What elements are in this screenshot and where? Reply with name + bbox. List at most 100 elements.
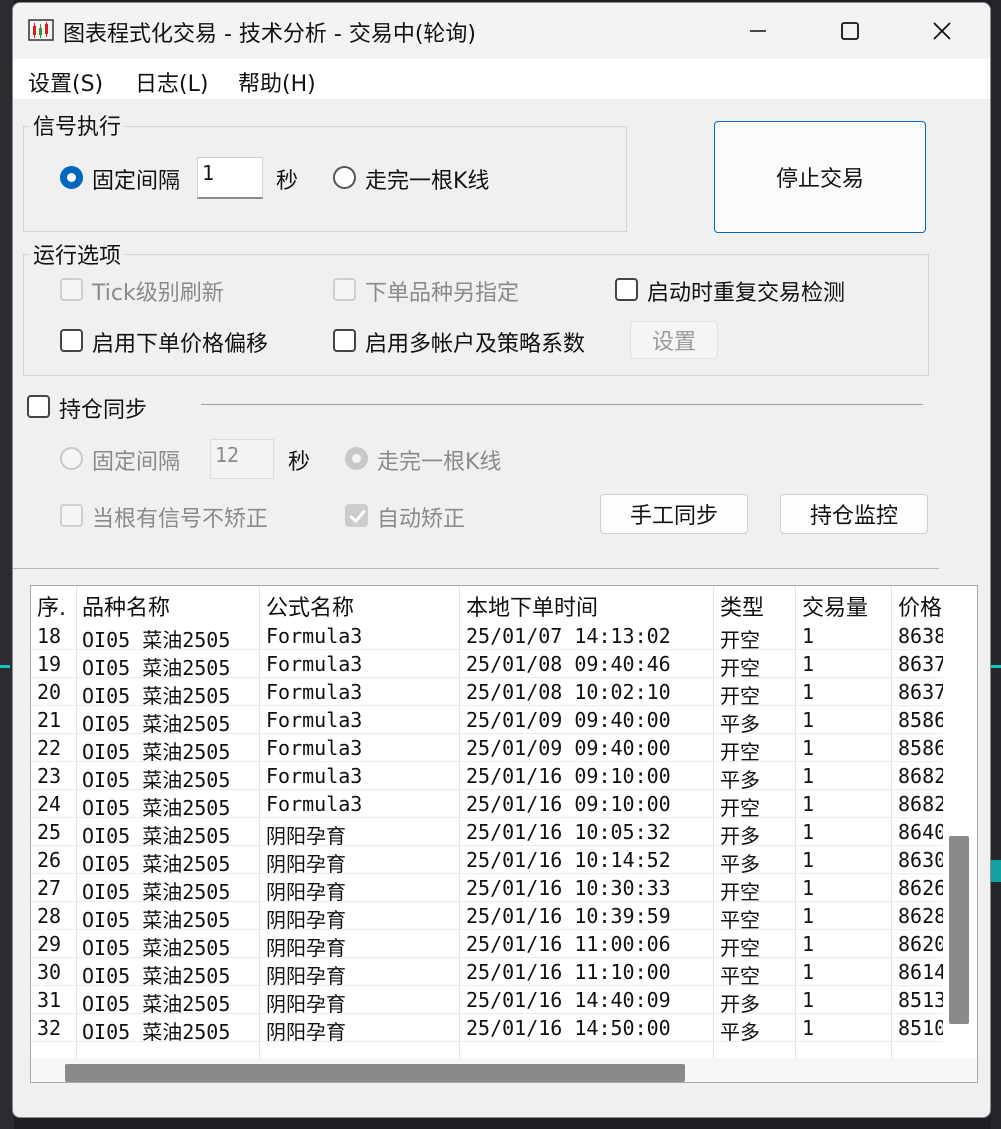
symbol-cell: OI05 菜油2505 xyxy=(82,908,231,932)
symbol-cell: OI05 菜油2505 xyxy=(82,824,231,848)
order-time-cell: 25/01/09 09:40:00 xyxy=(466,708,671,732)
table-row[interactable]: 23 OI05 菜油2505 Formula3 25/01/16 09:10:00 平多… xyxy=(31,762,944,792)
trade-list[interactable]: 序. 品种名称 公式名称 本地下单时间 类型 交易量 价格 18 OI05 菜油2… xyxy=(30,585,978,1083)
type-cell: 开多 xyxy=(720,992,760,1016)
table-row[interactable]: 29 OI05 菜油2505 阴阳孕育 25/01/16 11:00:06 开空 1 862… xyxy=(31,930,944,960)
table-row[interactable]: 20 OI05 菜油2505 Formula3 25/01/08 10:02:10 开空… xyxy=(31,678,944,708)
table-row[interactable]: 31 OI05 菜油2505 阴阳孕育 25/01/16 14:40:09 开多 1 851… xyxy=(31,986,944,1016)
volume-cell: 1 xyxy=(802,876,815,900)
run-options-settings-button[interactable]: 设置 xyxy=(630,321,718,359)
table-row[interactable]: 19 OI05 菜油2505 Formula3 25/01/08 09:40:46 开空… xyxy=(31,650,944,680)
order-time-cell: 25/01/08 10:02:10 xyxy=(466,680,671,704)
table-row[interactable]: 18 OI05 菜油2505 Formula3 25/01/07 14:13:02 开空… xyxy=(31,622,944,652)
table-row[interactable]: 27 OI05 菜油2505 阴阳孕育 25/01/16 10:30:33 开空 1 862… xyxy=(31,874,944,904)
column-header-price[interactable]: 价格 xyxy=(898,590,942,622)
order-symbol-label: 下单品种另指定 xyxy=(365,281,520,306)
column-header-symbol[interactable]: 品种名称 xyxy=(82,590,170,622)
sync-kline-complete-label: 走完一根K线 xyxy=(377,450,502,475)
formula-cell: 阴阳孕育 xyxy=(266,908,346,932)
table-row[interactable]: 25 OI05 菜油2505 阴阳孕育 25/01/16 10:05:32 开多 1 864… xyxy=(31,818,944,848)
table-row[interactable]: 22 OI05 菜油2505 Formula3 25/01/09 09:40:00 开空… xyxy=(31,734,944,764)
tick-refresh-checkbox[interactable] xyxy=(60,278,83,301)
formula-cell: Formula3 xyxy=(266,708,363,732)
order-time-cell: 25/01/16 10:39:59 xyxy=(466,904,671,928)
order-time-cell: 25/01/16 10:30:33 xyxy=(466,876,671,900)
type-cell: 开空 xyxy=(720,936,760,960)
table-row[interactable]: 30 OI05 菜油2505 阴阳孕育 25/01/16 11:10:00 平空 1 861… xyxy=(31,958,944,988)
list-separator xyxy=(13,568,939,569)
table-row[interactable]: 24 OI05 菜油2505 Formula3 25/01/16 09:10:00 开空… xyxy=(31,790,944,820)
startup-check-checkbox[interactable] xyxy=(615,278,638,301)
table-row[interactable]: 32 OI05 菜油2505 阴阳孕育 25/01/16 14:50:00 平多 1 851… xyxy=(31,1014,944,1044)
position-sync-separator xyxy=(201,404,923,405)
position-sync-label: 持仓同步 xyxy=(59,398,148,423)
column-header-order-time[interactable]: 本地下单时间 xyxy=(466,590,598,622)
price-cell: 8682 xyxy=(898,764,944,788)
symbol-cell: OI05 菜油2505 xyxy=(82,964,231,988)
multi-account-checkbox[interactable] xyxy=(333,329,356,352)
auto-correct-checkbox[interactable] xyxy=(345,504,368,527)
seq-cell: 30 xyxy=(37,960,62,984)
fixed-interval-radio[interactable] xyxy=(60,166,83,189)
symbol-cell: OI05 菜油2505 xyxy=(82,936,231,960)
seq-cell: 19 xyxy=(37,652,62,676)
menu-bar: 设置(S) 日志(L) 帮助(H) xyxy=(13,59,990,99)
seq-cell: 28 xyxy=(37,904,62,928)
symbol-cell: OI05 菜油2505 xyxy=(82,684,231,708)
type-cell: 开空 xyxy=(720,880,760,904)
seq-cell: 25 xyxy=(37,820,62,844)
minimize-button[interactable] xyxy=(712,3,804,59)
sync-fixed-interval-radio[interactable] xyxy=(60,447,83,470)
background-app-right xyxy=(991,0,1001,1129)
menu-log[interactable]: 日志(L) xyxy=(135,66,208,98)
table-row[interactable]: 28 OI05 菜油2505 阴阳孕育 25/01/16 10:39:59 平空 1 862… xyxy=(31,902,944,932)
horizontal-scrollbar[interactable] xyxy=(31,1058,977,1082)
manual-sync-button[interactable]: 手工同步 xyxy=(600,494,748,534)
table-row[interactable]: 21 OI05 菜油2505 Formula3 25/01/09 09:40:00 平多… xyxy=(31,706,944,736)
vertical-scrollbar-thumb[interactable] xyxy=(949,836,969,1024)
stop-trading-button[interactable]: 停止交易 xyxy=(714,121,926,233)
position-sync-checkbox[interactable] xyxy=(27,395,50,418)
window-title: 图表程式化交易 - 技术分析 - 交易中(轮询) xyxy=(63,22,477,47)
volume-cell: 1 xyxy=(802,792,815,816)
formula-cell: 阴阳孕育 xyxy=(266,936,346,960)
sync-kline-complete-radio[interactable] xyxy=(345,447,368,470)
price-offset-checkbox[interactable] xyxy=(60,329,83,352)
maximize-button[interactable] xyxy=(804,3,896,59)
formula-cell: 阴阳孕育 xyxy=(266,852,346,876)
type-cell: 平空 xyxy=(720,908,760,932)
sync-seconds-label: 秒 xyxy=(288,450,311,475)
menu-settings[interactable]: 设置(S) xyxy=(28,66,103,98)
column-header-type[interactable]: 类型 xyxy=(720,590,764,622)
horizontal-scrollbar-thumb[interactable] xyxy=(65,1064,685,1082)
sync-interval-input[interactable]: 12 xyxy=(210,439,274,479)
kline-complete-label: 走完一根K线 xyxy=(365,169,490,194)
vertical-scrollbar[interactable] xyxy=(943,586,977,1060)
type-cell: 开空 xyxy=(720,656,760,680)
column-header-seq[interactable]: 序. xyxy=(37,590,66,622)
menu-help[interactable]: 帮助(H) xyxy=(238,66,316,98)
order-symbol-checkbox[interactable] xyxy=(333,278,356,301)
startup-check-label: 启动时重复交易检测 xyxy=(647,281,846,306)
signal-interval-input[interactable]: 1 xyxy=(197,157,263,199)
column-header-formula[interactable]: 公式名称 xyxy=(266,590,354,622)
volume-cell: 1 xyxy=(802,764,815,788)
symbol-cell: OI05 菜油2505 xyxy=(82,740,231,764)
seconds-label: 秒 xyxy=(276,169,299,194)
close-button[interactable] xyxy=(896,3,988,59)
background-mark xyxy=(991,665,1001,668)
position-monitor-button[interactable]: 持仓监控 xyxy=(780,494,928,534)
order-time-cell: 25/01/16 14:50:00 xyxy=(466,1016,671,1040)
price-cell: 8510 xyxy=(898,1016,944,1040)
formula-cell: 阴阳孕育 xyxy=(266,880,346,904)
kline-complete-radio[interactable] xyxy=(333,166,356,189)
tick-refresh-label: Tick级别刷新 xyxy=(92,281,224,306)
no-correct-checkbox[interactable] xyxy=(60,504,83,527)
table-row[interactable]: 26 OI05 菜油2505 阴阳孕育 25/01/16 10:14:52 平多 1 863… xyxy=(31,846,944,876)
type-cell: 平多 xyxy=(720,768,760,792)
seq-cell: 18 xyxy=(37,624,62,648)
column-header-volume[interactable]: 交易量 xyxy=(802,590,868,622)
type-cell: 开多 xyxy=(720,824,760,848)
no-correct-label: 当根有信号不矫正 xyxy=(92,507,269,532)
client-area: 信号执行 固定间隔 1 秒 走完一根K线 停止交易 运行选项 Tick级别刷新 … xyxy=(13,99,990,1117)
